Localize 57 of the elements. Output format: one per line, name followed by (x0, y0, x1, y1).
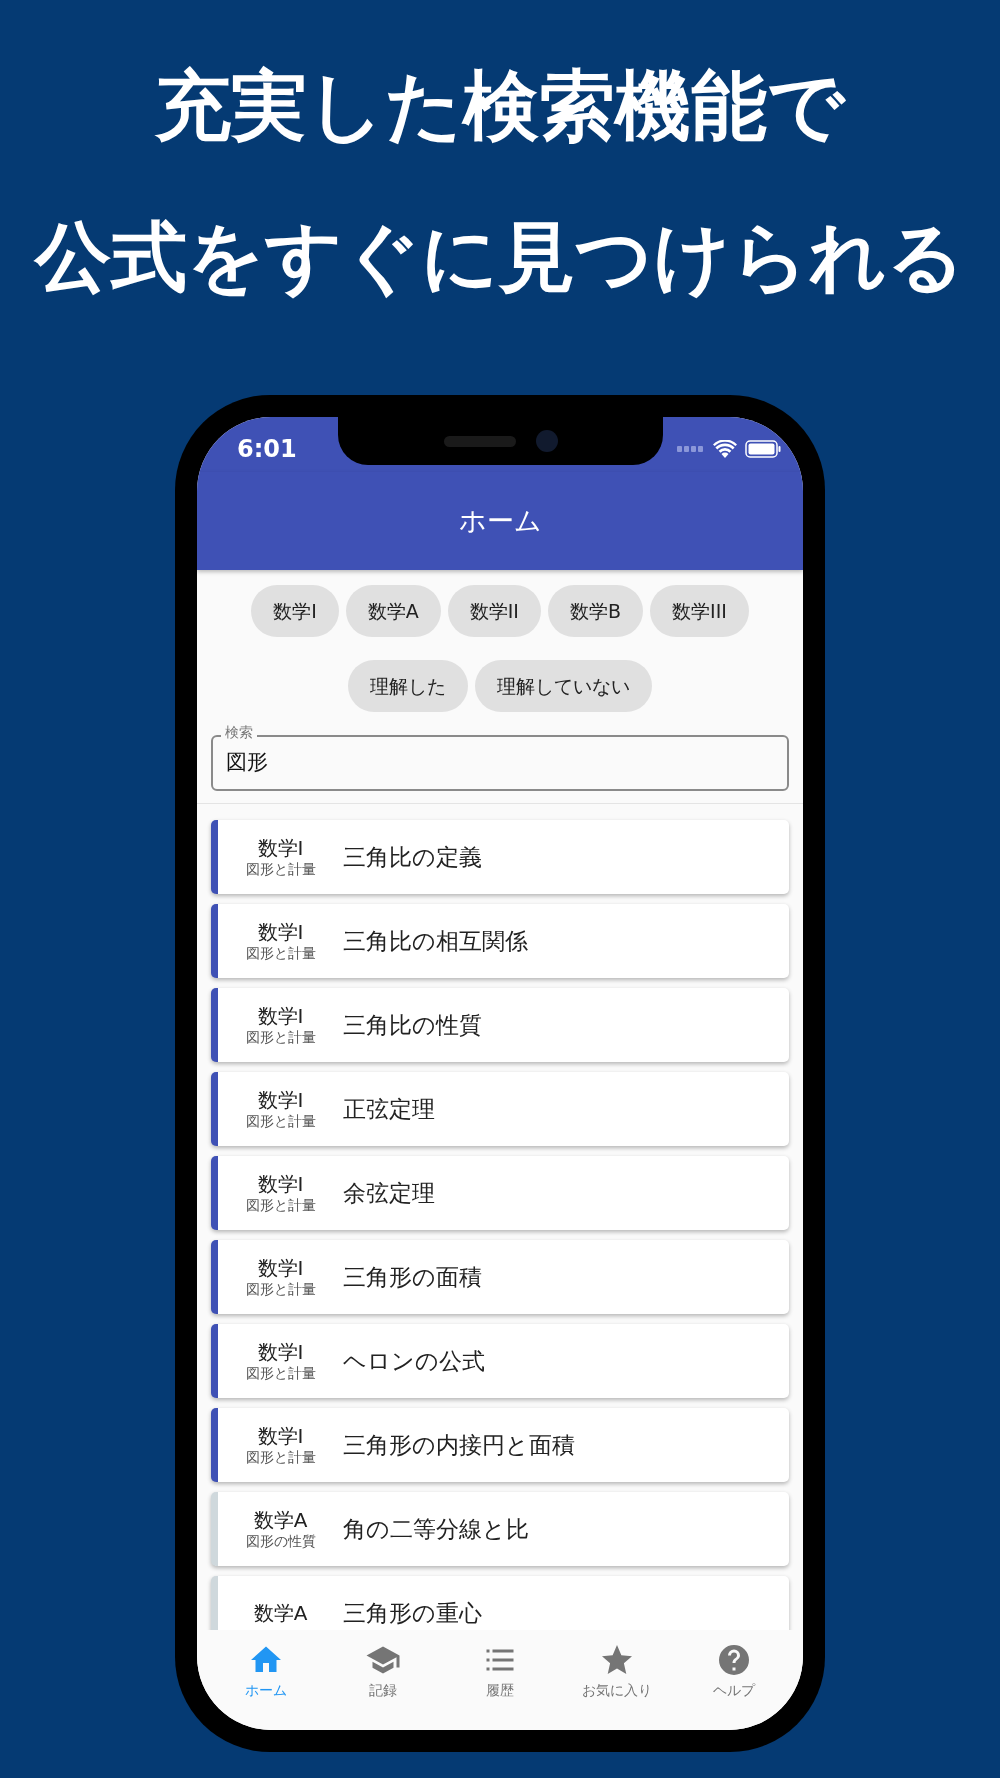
tab-item[interactable]: 記録 (327, 1642, 438, 1706)
filter-chip[interactable]: 数学B (548, 585, 644, 637)
unit-label: 図形と計量 (245, 943, 316, 963)
unit-label: 図形と計量 (245, 859, 316, 879)
formula-card[interactable]: 数学A 図形の性質 角の二等分線と比 (211, 1492, 789, 1566)
subject-label: 数学I (257, 1339, 304, 1364)
formula-title: 三角形の内接円と面積 (343, 1430, 575, 1460)
subject-label: 数学I (257, 835, 304, 860)
app-bar-title: ホーム (458, 503, 542, 538)
subject-label: 数学I (257, 1003, 304, 1028)
signal-icon (677, 445, 705, 452)
subject-label: 数学I (257, 1423, 304, 1448)
subject-label: 数学I (257, 1087, 304, 1112)
formula-card[interactable]: 数学A 三角形の重心 (211, 1576, 789, 1630)
filter-chip[interactable]: 数学A (345, 585, 441, 637)
formula-card[interactable]: 数学I 図形と計量 三角形の内接円と面積 (211, 1408, 789, 1482)
subject-label: 数学A (253, 1507, 308, 1532)
formula-title: 正弦定理 (343, 1094, 435, 1124)
headline: 充実した検索機能で (154, 68, 847, 144)
unit-label: 図形と計量 (245, 1111, 316, 1131)
tab-item[interactable]: お気に入り (562, 1642, 673, 1706)
formula-title: ヘロンの公式 (343, 1346, 485, 1376)
formula-card[interactable]: 数学I 図形と計量 三角比の相互関係 (211, 904, 789, 978)
formula-title: 三角比の相互関係 (343, 926, 528, 956)
subject-label: 数学I (257, 1255, 304, 1280)
subject-label: 数学I (257, 1171, 304, 1196)
filter-chip[interactable]: 数学I (251, 585, 339, 637)
unit-label: 図形と計量 (245, 1027, 316, 1047)
formula-card[interactable]: 数学I 図形と計量 余弦定理 (211, 1156, 789, 1230)
formula-card[interactable]: 数学I 図形と計量 正弦定理 (211, 1072, 789, 1146)
formula-title: 余弦定理 (343, 1178, 435, 1208)
formula-title: 三角比の性質 (343, 1010, 482, 1040)
formula-title: 三角形の面積 (343, 1262, 482, 1292)
subject-label: 数学I (257, 919, 304, 944)
unit-label: 図形と計量 (245, 1363, 316, 1383)
formula-card[interactable]: 数学I 図形と計量 三角形の面積 (211, 1240, 789, 1314)
subject-label: 数学A (253, 1601, 308, 1625)
wifi-icon (713, 439, 737, 458)
filter-chip[interactable]: 数学II (447, 585, 541, 637)
battery-icon (745, 439, 781, 458)
status-time: 6:01 (237, 433, 297, 465)
unit-label: 図形と計量 (245, 1195, 316, 1215)
formula-card[interactable]: 数学I 図形と計量 三角比の定義 (211, 820, 789, 894)
formula-title: 三角形の重心 (343, 1598, 482, 1628)
search-label: 検索 (221, 724, 257, 741)
formula-card[interactable]: 数学I 図形と計量 ヘロンの公式 (211, 1324, 789, 1398)
tab-item[interactable]: 履歴 (444, 1642, 555, 1706)
formula-title: 角の二等分線と比 (343, 1514, 529, 1544)
filter-chip[interactable]: 理解した (348, 660, 468, 712)
formula-card[interactable]: 数学I 図形と計量 三角比の性質 (211, 988, 789, 1062)
tab-item[interactable]: ヘルプ (679, 1642, 790, 1706)
unit-label: 図形の性質 (245, 1531, 316, 1551)
filter-chip[interactable]: 理解していない (475, 660, 652, 712)
unit-label: 図形と計量 (245, 1279, 316, 1299)
filter-chip[interactable]: 数学III (650, 585, 749, 637)
formula-title: 三角比の定義 (343, 842, 482, 872)
unit-label: 図形と計量 (245, 1447, 316, 1467)
